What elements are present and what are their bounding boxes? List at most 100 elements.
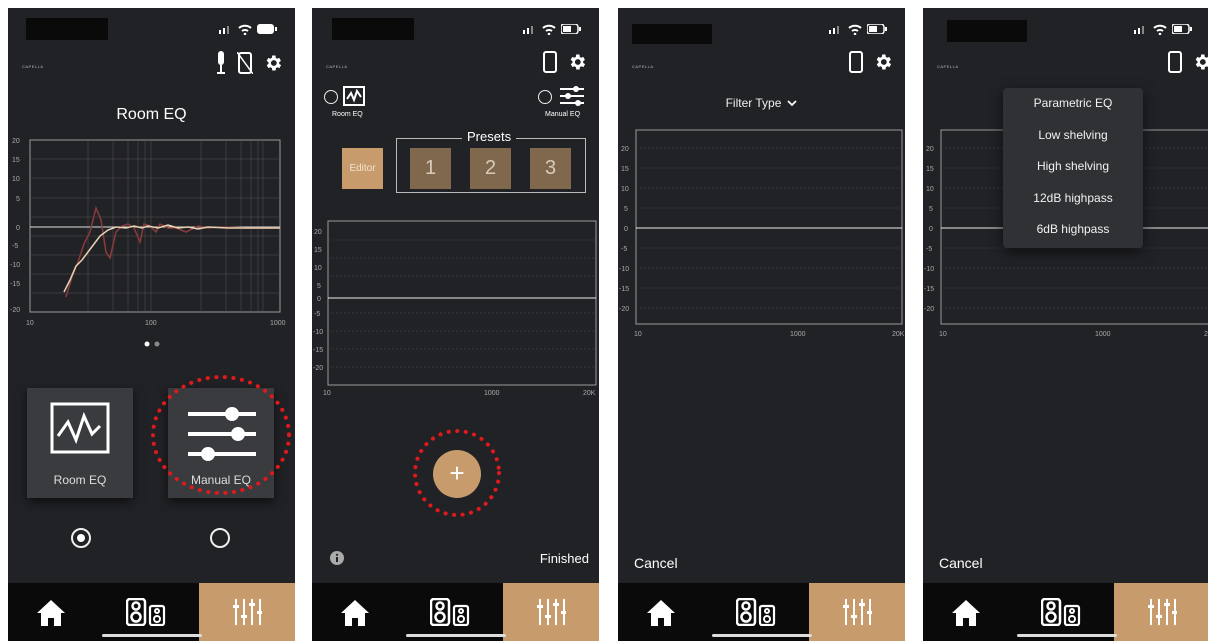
preset-1-button[interactable]: 1	[410, 148, 451, 189]
y-tick: 10	[314, 265, 322, 272]
speaker-icon[interactable]	[126, 598, 166, 626]
wifi-icon	[542, 24, 556, 35]
menu-item-6db-highpass[interactable]: 6dB highpass	[1003, 214, 1143, 246]
page-indicator[interactable]	[143, 335, 163, 353]
phone-icon[interactable]	[1168, 51, 1182, 73]
x-axis-labels: 10 1000 2	[939, 331, 1208, 338]
x-axis-labels: 10 1000 20K	[634, 331, 905, 338]
battery-icon	[561, 24, 581, 34]
x-tick: 2	[1204, 331, 1208, 338]
signal-icon	[1134, 26, 1144, 34]
home-icon[interactable]	[340, 599, 370, 627]
y-tick: 5	[16, 196, 20, 203]
wifi-icon	[1153, 24, 1167, 35]
corrected-curve	[63, 224, 280, 293]
x-tick: 1000	[270, 320, 286, 327]
y-axis-labels: 20 15 10 5 0 -5 -10 -15 -20	[619, 146, 629, 313]
status-icons	[1134, 22, 1192, 36]
y-tick: -20	[924, 306, 934, 313]
y-tick: -5	[314, 311, 320, 318]
eq-tab[interactable]	[199, 583, 295, 641]
y-tick: -10	[924, 266, 934, 273]
home-icon[interactable]	[646, 599, 676, 627]
info-icon[interactable]	[330, 551, 344, 565]
speaker-icon[interactable]	[430, 598, 470, 626]
eq-chart: 20 15 10 5 0 -5 -10 -15 -20 10 1000 20K	[313, 220, 597, 397]
filter-type-menu: Parametric EQ Low shelving High shelving…	[1003, 88, 1143, 248]
finished-button[interactable]: Finished	[540, 551, 589, 566]
mode-room-label: Room EQ	[332, 111, 363, 118]
status-bar-redacted	[632, 24, 712, 44]
eq-sliders-icon	[560, 86, 584, 106]
menu-item-low-shelving[interactable]: Low shelving	[1003, 120, 1143, 152]
y-tick: 0	[624, 226, 628, 233]
screen-filter-type: CAPELLA Filter Type 20 15 10 5 0 -5 -10 -15 -20 …	[618, 8, 905, 641]
y-tick: -15	[313, 347, 323, 354]
eq-chart: 20 15 10 5 0 -5 -10 -15 -20 10 100 1000	[10, 138, 286, 327]
top-actions	[215, 51, 283, 75]
y-tick: 0	[317, 296, 321, 303]
screen-room-eq-overview: CAPELLA Room EQ 20 15 10 5 0 -5 -10 -15 -20 10 10…	[8, 8, 295, 641]
eq-tab[interactable]	[1114, 583, 1208, 641]
screen-manual-eq-presets: CAPELLA Room EQ Manual EQ Presets Editor…	[312, 8, 599, 641]
microphone-icon[interactable]	[215, 51, 227, 75]
x-axis-labels: 10 100 1000	[26, 320, 286, 327]
menu-item-high-shelving[interactable]: High shelving	[1003, 151, 1143, 183]
status-bar-redacted	[332, 18, 414, 40]
room-eq-label: Room EQ	[53, 473, 107, 487]
editor-button[interactable]: Editor	[342, 148, 383, 189]
speaker-icon[interactable]	[1041, 598, 1081, 626]
gear-icon[interactable]	[873, 52, 893, 72]
speaker-icon[interactable]	[736, 598, 776, 626]
x-tick: 20K	[892, 331, 905, 338]
room-eq-icon	[50, 402, 110, 454]
radio-manual-eq[interactable]	[538, 90, 552, 104]
y-tick: 15	[314, 247, 322, 254]
phone-off-icon[interactable]	[237, 52, 253, 74]
filter-type-dropdown[interactable]: Filter Type	[618, 96, 905, 110]
bottom-nav	[923, 583, 1208, 641]
cancel-button[interactable]: Cancel	[939, 555, 983, 571]
status-icons	[523, 22, 581, 36]
menu-item-parametric-eq[interactable]: Parametric EQ	[1003, 88, 1143, 120]
x-tick: 1000	[484, 390, 500, 397]
radio-manual-eq[interactable]	[210, 528, 230, 548]
x-tick: 10	[939, 331, 947, 338]
phone-icon[interactable]	[543, 51, 557, 73]
y-tick: -15	[10, 281, 20, 288]
y-tick: 15	[621, 166, 629, 173]
brand-logo: CAPELLA	[937, 64, 959, 69]
room-eq-tile[interactable]: Room EQ	[27, 388, 133, 498]
menu-item-12db-highpass[interactable]: 12dB highpass	[1003, 183, 1143, 215]
cancel-button[interactable]: Cancel	[634, 555, 678, 571]
gear-icon[interactable]	[263, 53, 283, 73]
chevron-down-icon	[787, 100, 798, 107]
eq-sliders-icon	[1148, 599, 1177, 625]
y-tick: 0	[16, 225, 20, 232]
wifi-icon	[848, 24, 862, 35]
bottom-nav	[312, 583, 599, 641]
eq-tab[interactable]	[503, 583, 599, 641]
y-tick: -20	[313, 365, 323, 372]
preset-3-button[interactable]: 3	[530, 148, 571, 189]
gear-icon[interactable]	[1192, 52, 1208, 72]
status-icons	[829, 22, 887, 36]
radio-room-eq[interactable]	[324, 90, 338, 104]
mode-manual-label: Manual EQ	[545, 111, 581, 118]
gear-icon[interactable]	[567, 52, 587, 72]
home-icon[interactable]	[36, 599, 66, 627]
home-indicator	[406, 634, 506, 637]
preset-2-button[interactable]: 2	[470, 148, 511, 189]
room-eq-icon	[343, 86, 365, 106]
signal-icon	[523, 26, 533, 34]
home-icon[interactable]	[951, 599, 981, 627]
radio-room-eq[interactable]	[71, 528, 91, 548]
phone-icon[interactable]	[849, 51, 863, 73]
x-tick: 20K	[583, 390, 596, 397]
eq-tab[interactable]	[809, 583, 905, 641]
eq-sliders-icon	[537, 599, 566, 625]
y-tick: 5	[624, 206, 628, 213]
battery-icon	[1172, 24, 1192, 34]
y-axis-labels: 20 15 10 5 0 -5 -10 -15 -20	[10, 138, 20, 314]
status-icons	[219, 22, 277, 36]
